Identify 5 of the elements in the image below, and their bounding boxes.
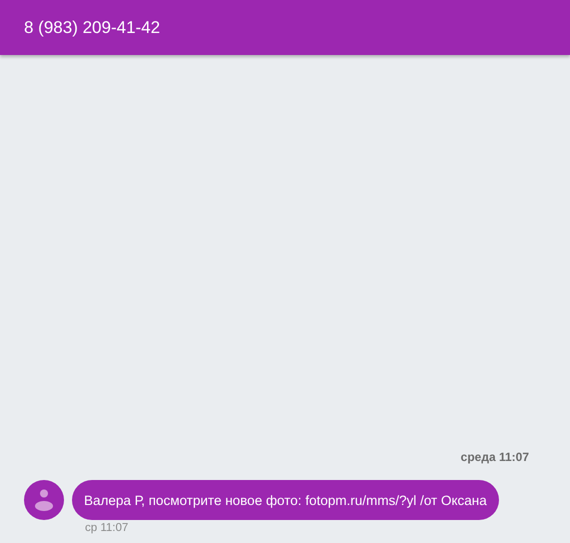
message-bubble: Валера Р, посмотрите новое фото: fotopm.ru/mms/?yl /от Оксана [72, 480, 499, 520]
date-label: среда 11:07 [460, 450, 529, 464]
contact-title: 8 (983) 209-41-42 [24, 18, 160, 38]
message-time: ср 11:07 [85, 522, 130, 534]
avatar-icon [24, 480, 64, 520]
